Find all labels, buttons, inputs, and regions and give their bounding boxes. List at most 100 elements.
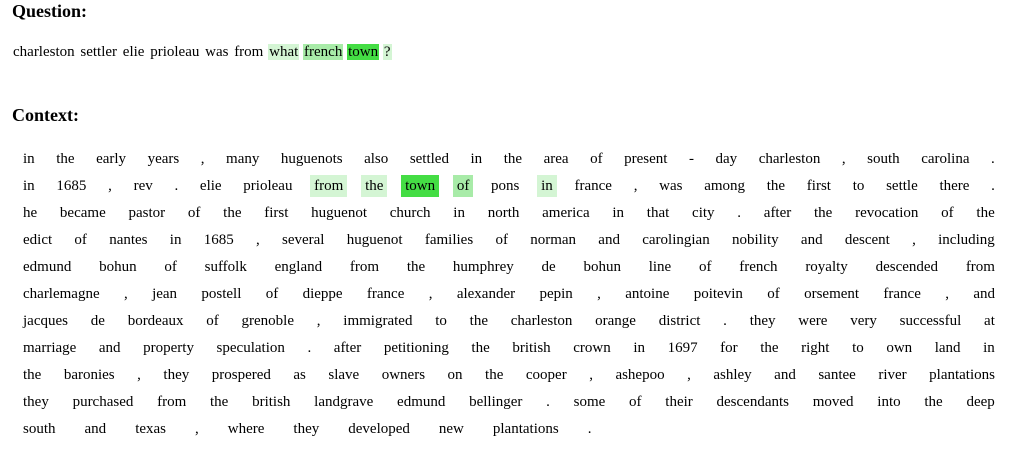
context-token: edict <box>23 231 53 248</box>
context-line: in 1685, rev. elie prioleau from the town of pons… <box>19 172 999 199</box>
context-token: charlemagne <box>23 285 100 302</box>
context-token: present <box>624 150 668 167</box>
context-line: in the early years, many huguenots also settled… <box>19 145 999 172</box>
context-token: cooper <box>525 366 567 383</box>
question-token: settler <box>80 44 118 60</box>
context-token: plantations <box>492 420 559 437</box>
context-token: that <box>646 204 670 221</box>
context-token: . <box>991 150 995 167</box>
context-token: city <box>692 204 715 221</box>
context-token: france <box>366 285 405 302</box>
context-token: rev <box>133 177 153 194</box>
context-token: of <box>495 231 508 248</box>
context-token: town <box>401 174 440 197</box>
context-token: early <box>96 150 127 167</box>
question-token: charleston <box>13 44 75 60</box>
context-token: in <box>23 150 35 167</box>
context-token: , <box>912 231 916 248</box>
context-token: the <box>56 150 75 167</box>
question-token: ? <box>382 44 392 60</box>
context-token: royalty <box>805 258 848 275</box>
context-token: they <box>293 420 320 437</box>
context-token: texas <box>135 420 167 437</box>
context-token: , <box>200 150 205 167</box>
context-token: prioleau <box>243 177 293 194</box>
context-line: they purchased from the british landgrave edmu… <box>19 388 999 415</box>
context-token: jean <box>152 285 178 302</box>
context-token: . <box>991 177 995 194</box>
context-token: in <box>633 339 645 356</box>
context-token: district <box>658 312 701 329</box>
context-token: from <box>965 258 995 275</box>
context-token: , <box>597 285 601 302</box>
context-token: the <box>471 339 490 356</box>
context-token: british <box>252 393 291 410</box>
context-token: the <box>223 204 242 221</box>
context-token: day <box>715 150 738 167</box>
context-token: bordeaux <box>127 312 184 329</box>
context-line: jacques de bordeaux of grenoble, immigrated to… <box>19 307 999 334</box>
context-token: he <box>23 204 38 221</box>
context-token: ashepoo <box>615 366 665 383</box>
context-token: became <box>59 204 106 221</box>
context-token: the <box>924 393 943 410</box>
context-token: orsement <box>804 285 860 302</box>
context-token: after <box>333 339 362 356</box>
context-token: santee <box>818 366 856 383</box>
context-token: . <box>307 339 312 356</box>
question-token: from <box>234 44 264 60</box>
context-token: de <box>90 312 105 329</box>
context-token: norman <box>530 231 577 248</box>
context-token: and <box>84 420 107 437</box>
context-token: for <box>720 339 738 356</box>
context-token: river <box>878 366 907 383</box>
context-token: of <box>590 150 603 167</box>
context-token: into <box>877 393 901 410</box>
context-token: huguenot <box>311 204 367 221</box>
context-token: . <box>587 420 592 437</box>
context-token: . <box>546 393 550 410</box>
question-token: french <box>303 44 344 60</box>
context-token: poitevin <box>693 285 743 302</box>
context-token: marriage <box>23 339 77 356</box>
context-token: and <box>973 285 995 302</box>
context-token: the <box>814 204 833 221</box>
context-token: prospered <box>211 366 271 383</box>
context-token: deep <box>966 393 995 410</box>
context-token: south <box>867 150 900 167</box>
context-token: several <box>282 231 325 248</box>
context-token: 1697 <box>667 339 698 356</box>
context-token: immigrated <box>343 312 413 329</box>
context-token: edmund <box>397 393 446 410</box>
context-token: revocation <box>855 204 919 221</box>
context-token: the <box>976 204 995 221</box>
context-token: , <box>137 366 141 383</box>
context-token: was <box>659 177 683 194</box>
context-token: british <box>512 339 551 356</box>
context-token: of <box>164 258 177 275</box>
context-token: french <box>739 258 778 275</box>
context-token: jacques <box>23 312 68 329</box>
context-token: also <box>364 150 389 167</box>
context-token: edmund <box>23 258 72 275</box>
context-token: descended <box>875 258 939 275</box>
context-heading: Context: <box>12 105 79 125</box>
context-token: there <box>939 177 970 194</box>
context-passage: in the early years, many huguenots also settled… <box>19 145 999 442</box>
context-token: and <box>98 339 121 356</box>
context-token: the <box>766 177 786 194</box>
context-token: , <box>255 231 260 248</box>
context-token: first <box>264 204 289 221</box>
context-token: and <box>774 366 796 383</box>
context-token: property <box>143 339 194 356</box>
context-token: in <box>453 204 465 221</box>
context-token: france <box>574 177 612 194</box>
context-token: england <box>274 258 323 275</box>
question-token: prioleau <box>150 44 200 60</box>
context-token: , <box>589 366 593 383</box>
context-token: to <box>852 339 864 356</box>
context-token: developed <box>348 420 410 437</box>
context-token: to <box>852 177 865 194</box>
context-token: church <box>389 204 431 221</box>
context-token: some <box>573 393 606 410</box>
